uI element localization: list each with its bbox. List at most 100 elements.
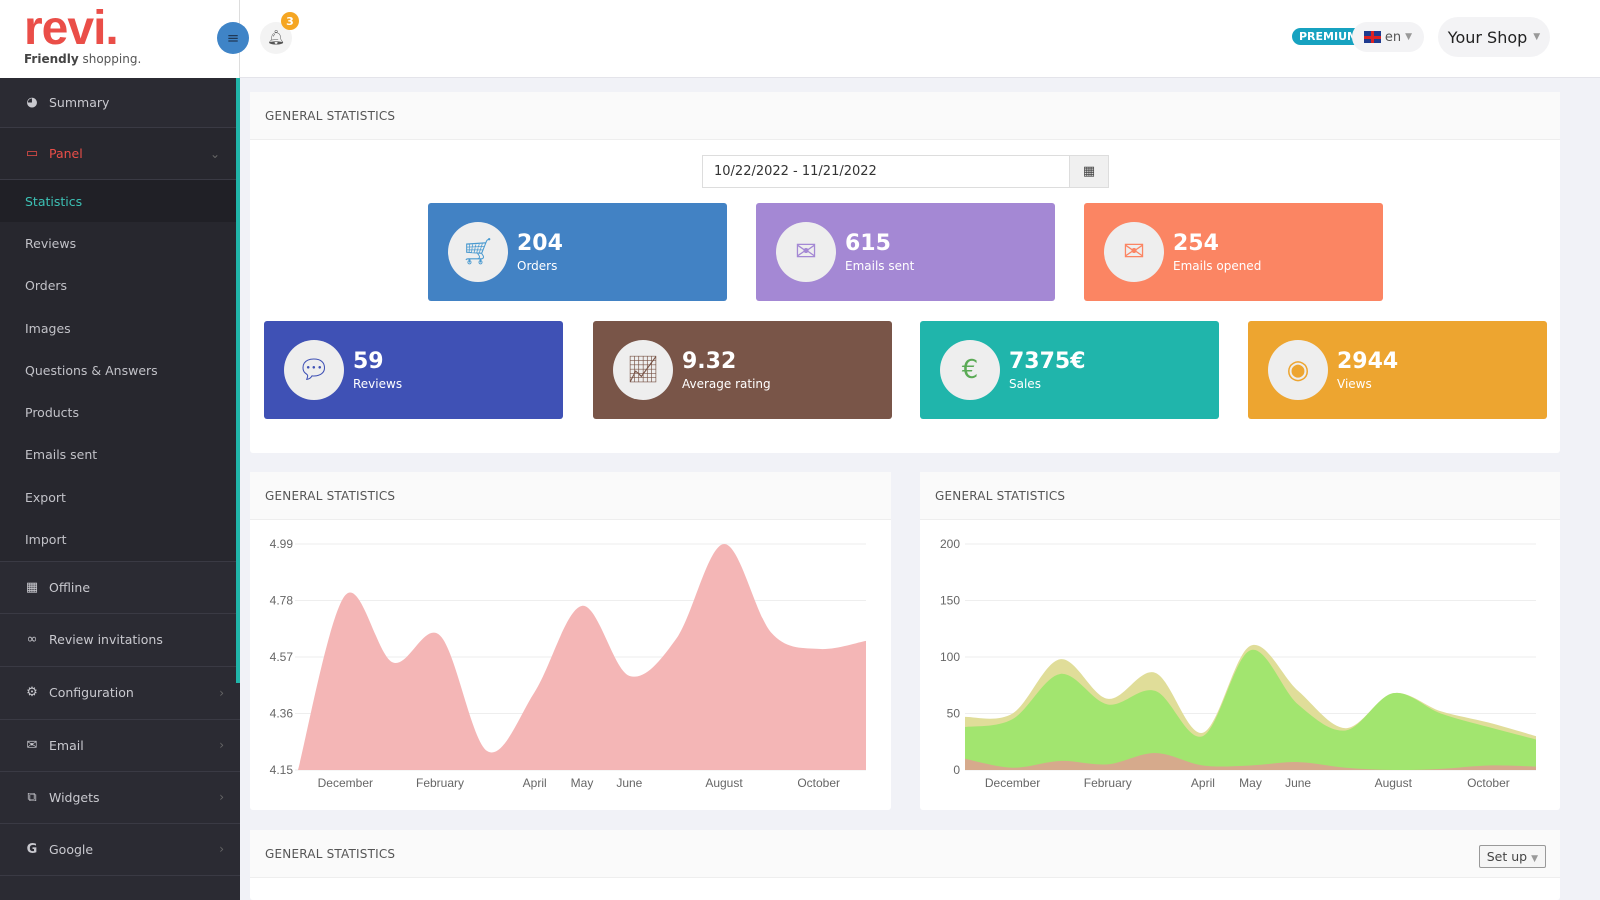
- sidebar-item-products[interactable]: Products: [0, 391, 236, 433]
- x-tick-label: December: [318, 776, 373, 790]
- eye-icon: ◉: [1286, 355, 1310, 385]
- widgets-icon: ⧉: [27, 789, 37, 805]
- stat-tile-emails-opened: ✉ 254 Emails opened: [1084, 203, 1383, 301]
- stat-icon-circle: 🛒︎: [448, 222, 508, 282]
- stat-value: 7375€: [1009, 349, 1086, 374]
- stat-value: 254: [1173, 231, 1219, 256]
- stat-text: 204 Orders: [517, 231, 563, 273]
- line-chart-icon: 📈︎: [626, 355, 660, 385]
- rating-area-chart: 4.15 4.36 4.57 4.78 4.99 December February Apri…: [270, 537, 866, 790]
- logo[interactable]: revi.: [24, 5, 239, 53]
- x-tick-label: April: [523, 776, 547, 790]
- dashboard-icon: ◕: [26, 95, 38, 110]
- sidebar-item-images[interactable]: Images: [0, 307, 236, 349]
- y-tick-label: 4.15: [270, 763, 294, 777]
- sidebar-item-offline[interactable]: ▦ Offline: [0, 560, 236, 614]
- activity-chart-panel: GENERAL STATISTICS 0 50 100 150 200 December F…: [920, 472, 1560, 810]
- setup-dropdown-button[interactable]: Set up ▼: [1478, 845, 1546, 868]
- stat-icon-circle: ◉: [1268, 340, 1328, 400]
- bell-icon: 🔔︎: [267, 30, 285, 46]
- google-icon: G: [26, 841, 38, 857]
- logo-area: revi. Friendly shopping.: [0, 0, 240, 78]
- stat-icon-circle: 💬︎: [284, 340, 344, 400]
- stat-label: Reviews: [353, 377, 403, 391]
- stat-value: 59: [353, 349, 384, 374]
- sidebar-item-orders[interactable]: Orders: [0, 265, 236, 307]
- sidebar-item-google[interactable]: G Google ›: [0, 824, 240, 876]
- sidebar-item-statistics[interactable]: Statistics: [0, 180, 236, 223]
- bottom-statistics-panel: GENERAL STATISTICS Set up ▼: [250, 830, 1560, 900]
- uk-flag-icon: [1363, 31, 1381, 43]
- stat-icon-circle: €: [940, 340, 1000, 400]
- sidebar-item-reviews[interactable]: Reviews: [0, 222, 236, 264]
- stat-text: 615 Emails sent: [845, 231, 914, 273]
- x-tick-label: October: [797, 776, 840, 790]
- sidebar-item-import[interactable]: Import: [0, 518, 236, 560]
- date-range-input[interactable]: [702, 155, 1070, 188]
- qrcode-icon: ▦: [25, 579, 39, 595]
- sidebar-accent: [236, 78, 240, 683]
- stat-tile-average-rating: 📈︎ 9.32 Average rating: [593, 321, 892, 419]
- date-range-picker: ▦: [702, 155, 1109, 188]
- x-tick-label: May: [1239, 776, 1262, 790]
- stat-icon-circle: ✉: [776, 222, 836, 282]
- cart-icon: 🛒︎: [461, 237, 495, 267]
- stat-text: 59 Reviews: [353, 349, 402, 391]
- stat-icon-circle: 📈︎: [613, 340, 673, 400]
- language-selector[interactable]: en ▼: [1352, 22, 1424, 52]
- link-icon: ∞: [26, 632, 38, 648]
- stat-tile-emails-sent: ✉ 615 Emails sent: [756, 203, 1055, 301]
- calendar-button[interactable]: ▦: [1070, 155, 1109, 188]
- y-tick-label: 4.57: [270, 650, 294, 664]
- panel-title: GENERAL STATISTICS: [250, 92, 1560, 140]
- euro-icon: €: [961, 355, 979, 385]
- sidebar-item-summary[interactable]: ◕ Summary: [0, 78, 236, 128]
- envelope-icon: ✉: [795, 237, 817, 267]
- sidebar-item-review-invitations[interactable]: ∞ Review invitations: [0, 614, 236, 667]
- stat-value: 9.32: [682, 349, 737, 374]
- stat-tile-views: ◉ 2944 Views: [1248, 321, 1547, 419]
- stat-value: 2944: [1337, 349, 1399, 374]
- x-tick-label: August: [705, 776, 743, 790]
- sidebar: revi. Friendly shopping. ◕ Summary ▭ Pan…: [0, 0, 240, 900]
- sidebar-item-panel[interactable]: ▭ Panel ⌄: [0, 128, 236, 180]
- caret-down-icon: ▼: [1533, 32, 1541, 42]
- x-tick-label: August: [1375, 776, 1413, 790]
- stat-tile-orders: 🛒︎ 204 Orders: [428, 203, 727, 301]
- laptop-icon: ▭: [25, 146, 39, 161]
- sidebar-item-configuration[interactable]: ⚙ Configuration ›: [0, 667, 240, 720]
- chevron-right-icon: ›: [219, 790, 224, 805]
- notification-badge: 3: [281, 12, 299, 30]
- x-tick-label: October: [1467, 776, 1510, 790]
- stat-label: Emails sent: [845, 259, 915, 273]
- sidebar-item-export[interactable]: Export: [0, 476, 236, 518]
- stat-label: Emails opened: [1173, 259, 1262, 273]
- x-tick-label: June: [1285, 776, 1311, 790]
- stat-label: Average rating: [682, 377, 771, 391]
- sidebar-item-emails-sent[interactable]: Emails sent: [0, 434, 236, 476]
- topbar: ≡ 🔔︎ 3 PREMIUM en ▼ Your Shop ▼: [217, 0, 1600, 78]
- stat-text: 9.32 Average rating: [682, 349, 771, 391]
- chevron-right-icon: ›: [219, 685, 224, 700]
- x-tick-label: May: [571, 776, 594, 790]
- caret-down-icon: ▼: [1531, 854, 1538, 864]
- comments-icon: 💬︎: [297, 355, 331, 385]
- stat-text: 7375€ Sales: [1009, 349, 1086, 391]
- sidebar-item-questions-answers[interactable]: Questions & Answers: [0, 349, 236, 391]
- x-tick-label: June: [616, 776, 642, 790]
- stat-text: 2944 Views: [1337, 349, 1398, 391]
- hamburger-icon: ≡: [226, 29, 240, 47]
- sidebar-item-widgets[interactable]: ⧉ Widgets ›: [0, 772, 240, 824]
- rating-chart-panel: GENERAL STATISTICS 4.15 4.36 4.57 4.78 4.99 D…: [250, 472, 891, 810]
- stat-tile-reviews: 💬︎ 59 Reviews: [264, 321, 563, 419]
- menu-toggle-button[interactable]: ≡: [217, 22, 249, 54]
- panel-title: GENERAL STATISTICS: [250, 472, 891, 520]
- stat-text: 254 Emails opened: [1173, 231, 1261, 273]
- stat-icon-circle: ✉: [1104, 222, 1164, 282]
- shop-selector[interactable]: Your Shop ▼: [1438, 17, 1550, 57]
- y-tick-label: 0: [953, 763, 960, 777]
- tagline: Friendly shopping.: [24, 52, 142, 66]
- sidebar-item-email[interactable]: ✉ Email ›: [0, 720, 240, 772]
- chevron-right-icon: ›: [219, 842, 224, 857]
- chevron-right-icon: ›: [219, 738, 224, 753]
